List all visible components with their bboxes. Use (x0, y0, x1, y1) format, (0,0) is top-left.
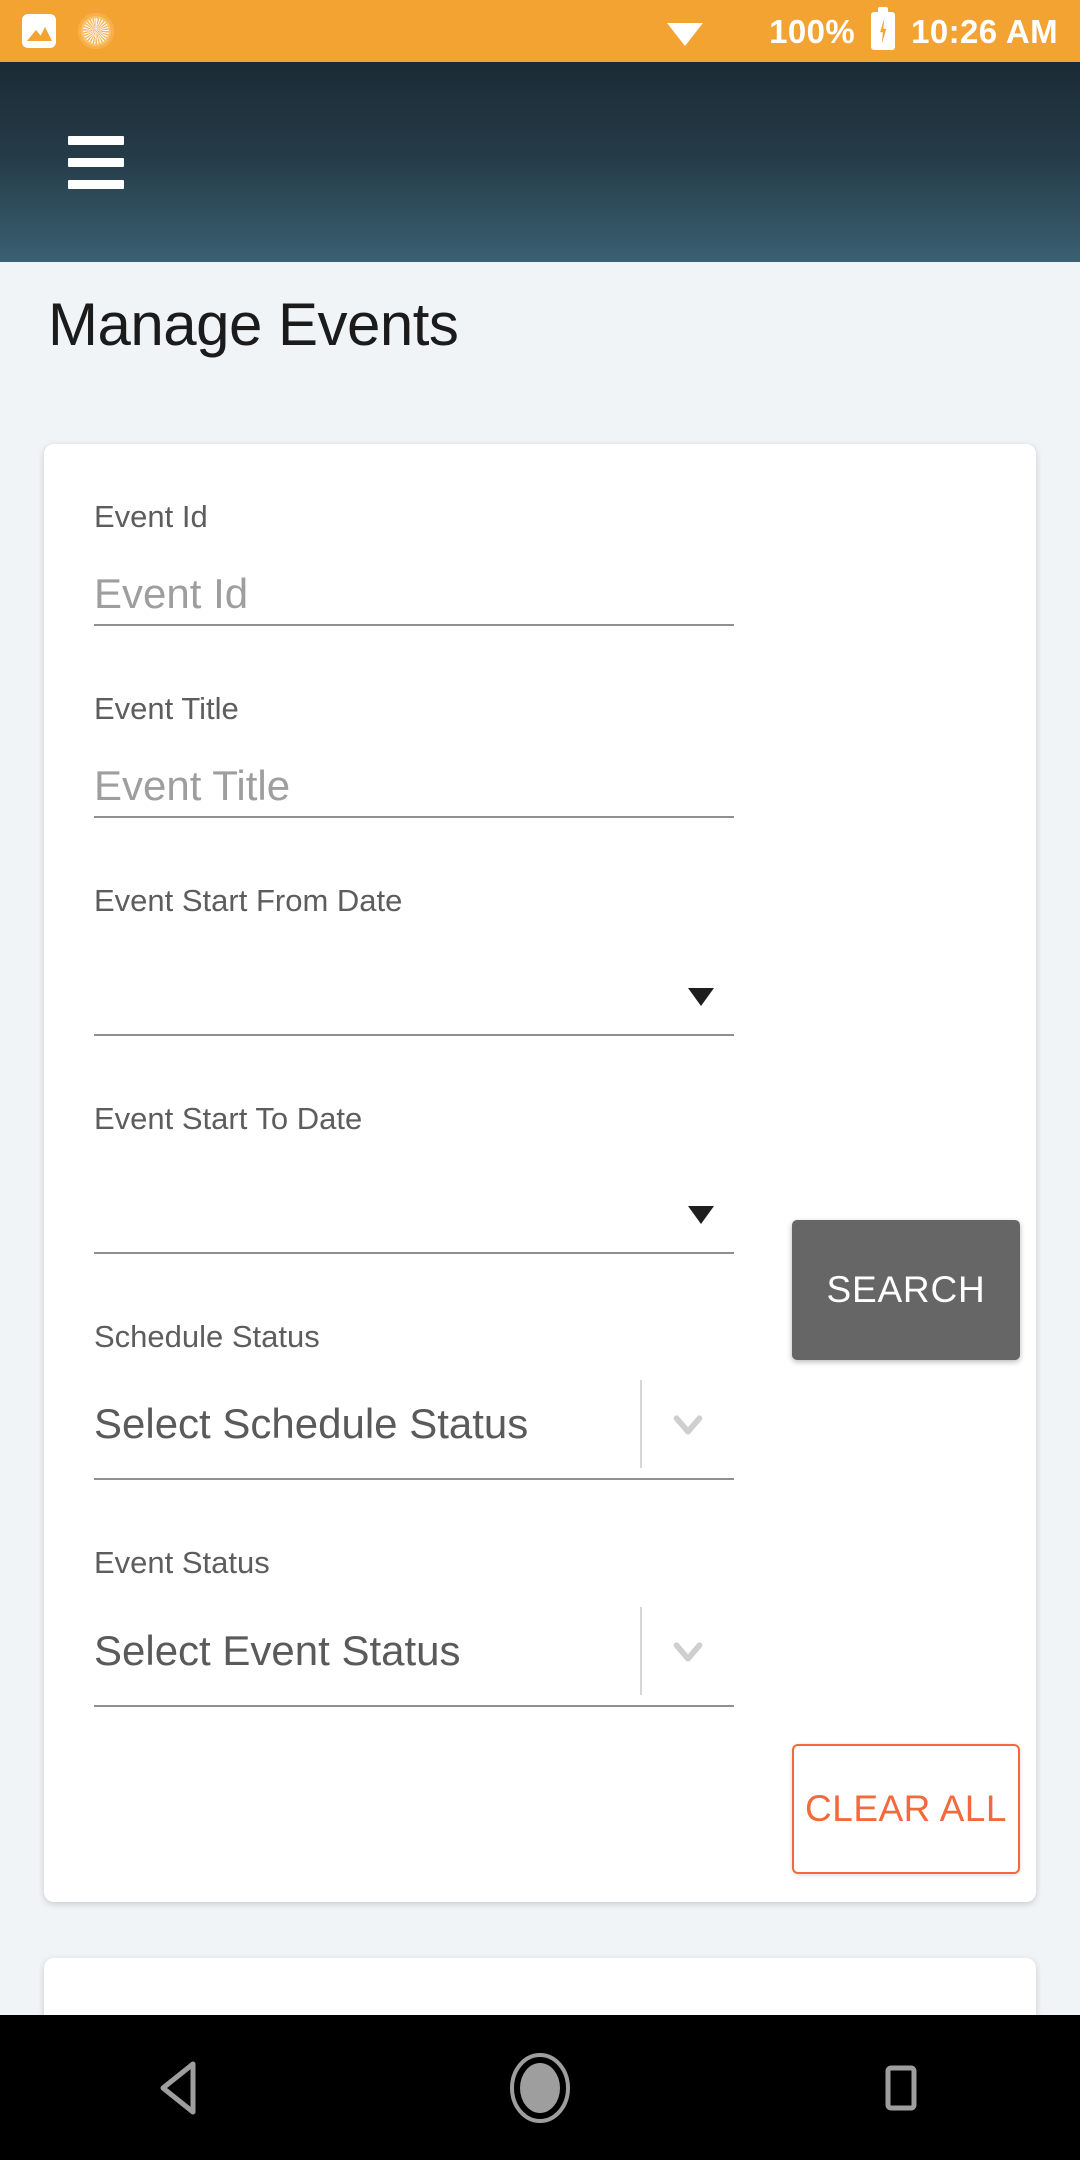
schedule-status-value: Select Schedule Status (94, 1400, 529, 1448)
search-form: Event Id Event Id Event Title Event Titl… (94, 499, 734, 1707)
event-id-input[interactable]: Event Id (94, 556, 734, 627)
app-toolbar (0, 62, 1080, 262)
field-event-start-from-date: Event Start From Date (94, 883, 734, 1037)
clock-label: 10:26 AM (911, 12, 1058, 50)
field-label-event-title: Event Title (94, 691, 239, 727)
back-triangle-icon (160, 2061, 196, 2114)
page-title: Manage Events (48, 291, 459, 358)
wifi-icon (665, 15, 705, 47)
event-start-from-date-picker[interactable] (94, 940, 734, 1037)
hamburger-menu-icon[interactable] (68, 135, 124, 189)
android-navigation-bar (0, 2015, 1080, 2160)
event-status-select[interactable]: Select Event Status (94, 1603, 734, 1707)
chevron-down-icon (642, 1401, 734, 1447)
field-label-event-id: Event Id (94, 499, 208, 534)
battery-charging-icon (871, 7, 896, 50)
battery-percent-label: 100% (769, 12, 856, 50)
event-id-placeholder: Event Id (94, 570, 249, 617)
status-bar-system: 100% 10:26 AM (665, 7, 1058, 50)
field-label-event-start-to-date: Event Start To Date (94, 1101, 363, 1137)
field-label-event-status: Event Status (94, 1545, 270, 1581)
caret-down-icon (688, 1206, 714, 1225)
search-button[interactable]: SEARCH (792, 1220, 1020, 1360)
sun-icon (78, 13, 114, 49)
field-label-schedule-status: Schedule Status (94, 1319, 320, 1355)
field-label-event-start-from-date: Event Start From Date (94, 883, 403, 919)
status-bar-notifications (22, 13, 114, 49)
gallery-icon (22, 14, 56, 48)
field-schedule-status: Schedule Status Select Schedule Status (94, 1319, 734, 1481)
caret-down-icon (688, 988, 714, 1007)
search-filter-card: Event Id Event Id Event Title Event Titl… (44, 444, 1036, 1902)
schedule-status-select[interactable]: Select Schedule Status (94, 1376, 734, 1481)
no-sim-icon (719, 9, 753, 50)
clear-all-button[interactable]: CLEAR ALL (792, 1744, 1020, 1874)
event-title-input[interactable]: Event Title (94, 748, 734, 819)
home-nav-button[interactable] (460, 2038, 620, 2138)
field-event-start-to-date: Event Start To Date (94, 1101, 734, 1255)
chevron-down-icon (642, 1628, 734, 1674)
back-nav-button[interactable] (100, 2038, 260, 2138)
event-start-to-date-picker[interactable] (94, 1158, 734, 1255)
field-event-title: Event Title Event Title (94, 691, 734, 819)
field-event-id: Event Id Event Id (94, 499, 734, 627)
recents-square-icon (885, 2065, 917, 2110)
event-title-placeholder: Event Title (94, 762, 291, 810)
event-status-value: Select Event Status (94, 1626, 461, 1674)
field-event-status: Event Status Select Event Status (94, 1545, 734, 1707)
status-bar: 100% 10:26 AM (0, 0, 1080, 62)
home-circle-icon (510, 2052, 570, 2123)
recents-nav-button[interactable] (820, 2038, 980, 2138)
